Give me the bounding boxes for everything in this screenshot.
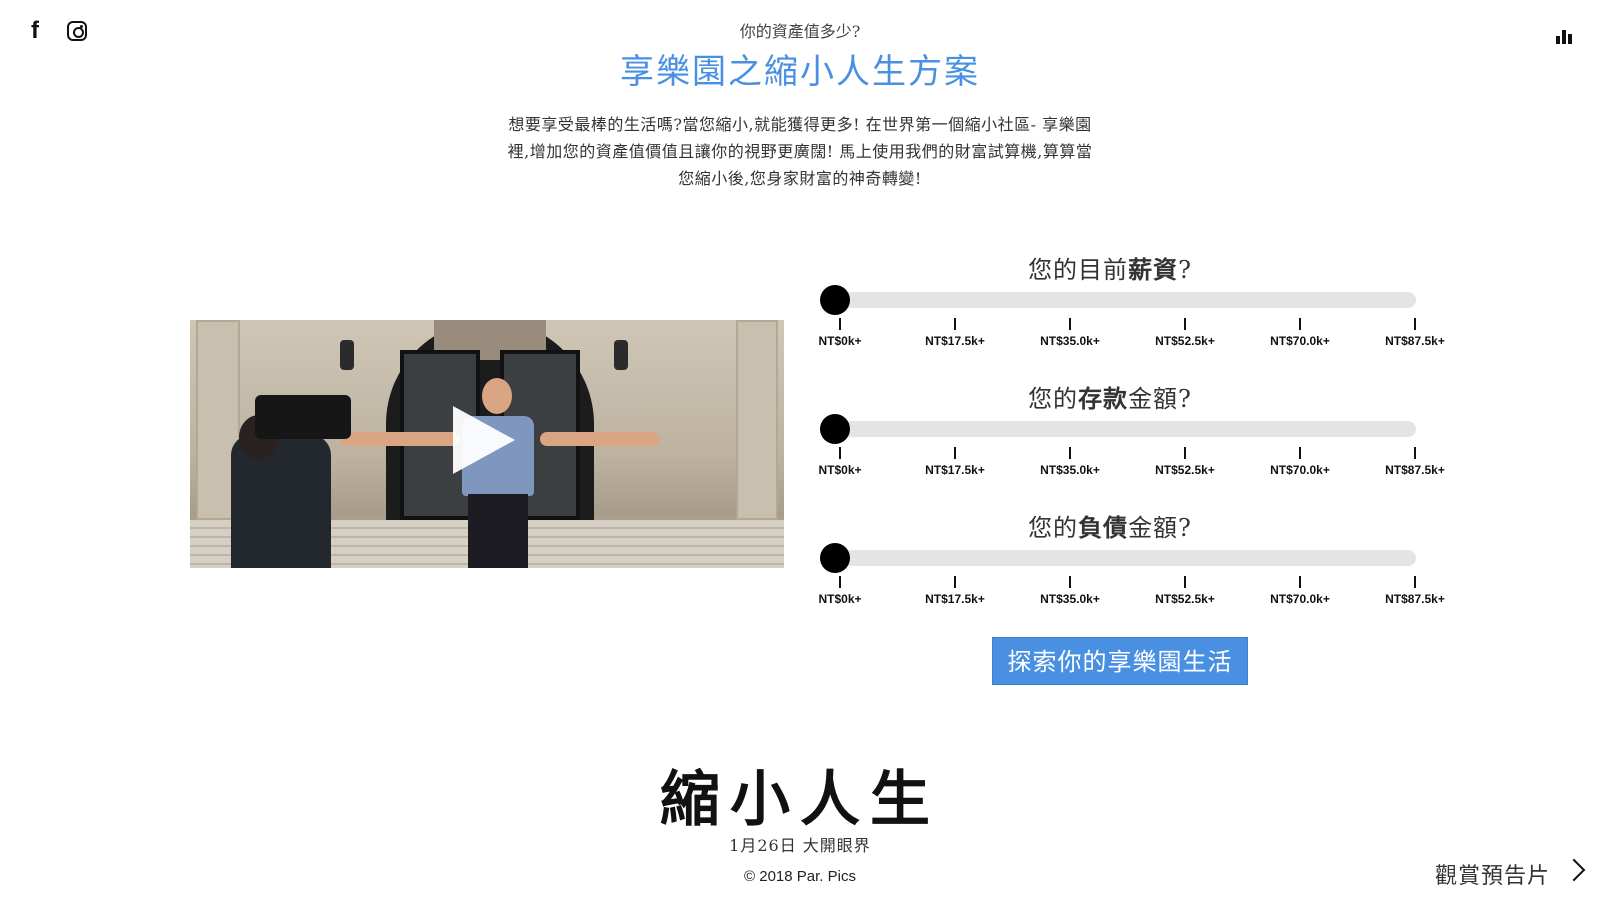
slider-tick-label: NT$52.5k+ — [1155, 334, 1215, 348]
slider-question: 您的存款金額? — [820, 379, 1400, 414]
slider-question: 您的目前薪資? — [820, 250, 1400, 285]
slider-tick — [1184, 318, 1186, 330]
slider-tick-label: NT$35.0k+ — [1040, 592, 1100, 606]
slider-tick — [1414, 318, 1416, 330]
intro-text: 想要享受最棒的生活嗎?當您縮小,就能獲得更多! 在世界第一個縮小社區- 享樂園 … — [465, 111, 1135, 192]
slider-tick-label: NT$52.5k+ — [1155, 592, 1215, 606]
slider-handle[interactable] — [820, 285, 850, 315]
slider-tick — [839, 576, 841, 588]
copyright: © 2018 Par. Pics — [744, 868, 856, 885]
slider-track[interactable] — [820, 292, 1416, 308]
question-prefix: 您的 — [1028, 514, 1079, 542]
slider-tick — [954, 447, 956, 459]
slider-tick-label: NT$0k+ — [818, 592, 862, 606]
slider-tick-label: NT$17.5k+ — [925, 592, 985, 606]
slider-tick — [1299, 576, 1301, 588]
slider-tick — [839, 447, 841, 459]
slider-tick — [954, 318, 956, 330]
slider-tick-label: NT$70.0k+ — [1270, 592, 1330, 606]
play-icon[interactable] — [453, 406, 515, 474]
slider-tick — [1299, 318, 1301, 330]
video-cameraman — [225, 375, 351, 568]
question-emphasis: 薪資 — [1128, 255, 1179, 284]
slider-tick — [1414, 576, 1416, 588]
slider-tick-label: NT$35.0k+ — [1040, 463, 1100, 477]
question-emphasis: 存款 — [1078, 384, 1129, 413]
video-arm — [340, 432, 460, 446]
slider-tick — [1069, 576, 1071, 588]
question-suffix: 金額? — [1128, 514, 1192, 542]
slider-tick — [954, 576, 956, 588]
question-suffix: ? — [1178, 256, 1192, 284]
slider-tick — [839, 318, 841, 330]
slider-tick-label: NT$17.5k+ — [925, 334, 985, 348]
slider-tick-label: NT$87.5k+ — [1385, 463, 1445, 477]
slider-tick-label: NT$87.5k+ — [1385, 334, 1445, 348]
slider-tick — [1069, 318, 1071, 330]
movie-logo: 縮小人生 — [660, 765, 940, 835]
slider-tick — [1069, 447, 1071, 459]
question-suffix: 金額? — [1128, 385, 1192, 413]
video-pillar — [736, 320, 778, 520]
slider-tick-label: NT$0k+ — [818, 334, 862, 348]
page-subtitle: 你的資產值多少? — [739, 22, 861, 41]
release-date: 1月26日 大開眼界 — [729, 836, 871, 855]
explore-button[interactable]: 探索你的享樂園生活 — [992, 637, 1248, 685]
slider-tick — [1299, 447, 1301, 459]
trailer-video[interactable] — [190, 320, 784, 568]
slider-tick-label: NT$52.5k+ — [1155, 463, 1215, 477]
slider-track[interactable] — [820, 550, 1416, 566]
slider-tick-label: NT$0k+ — [818, 463, 862, 477]
slider-tick-label: NT$17.5k+ — [925, 463, 985, 477]
slider-tick-label: NT$70.0k+ — [1270, 463, 1330, 477]
slider-tick — [1414, 447, 1416, 459]
slider-question: 您的負債金額? — [820, 508, 1400, 543]
question-prefix: 您的目前 — [1028, 256, 1129, 284]
page-title: 享樂園之縮小人生方案 — [620, 52, 980, 92]
slider-tick-label: NT$87.5k+ — [1385, 592, 1445, 606]
wall-lamp — [614, 340, 628, 370]
slider-tick — [1184, 447, 1186, 459]
watch-trailer-link[interactable]: 觀賞預告片 — [1435, 858, 1550, 890]
video-arm — [540, 432, 660, 446]
slider-handle[interactable] — [820, 543, 850, 573]
question-prefix: 您的 — [1028, 385, 1079, 413]
intro-line: 想要享受最棒的生活嗎?當您縮小,就能獲得更多! 在世界第一個縮小社區- 享樂園 — [508, 115, 1092, 134]
slider-tick-label: NT$35.0k+ — [1040, 334, 1100, 348]
wall-lamp — [340, 340, 354, 370]
intro-line: 您縮小後,您身家財富的神奇轉變! — [678, 169, 922, 188]
slider-handle[interactable] — [820, 414, 850, 444]
question-emphasis: 負債 — [1078, 513, 1129, 542]
slider-tick — [1184, 576, 1186, 588]
slider-track[interactable] — [820, 421, 1416, 437]
slider-tick-label: NT$70.0k+ — [1270, 334, 1330, 348]
intro-line: 裡,增加您的資產值價值且讓你的視野更廣闊! 馬上使用我們的財富試算機,算算當 — [507, 142, 1093, 161]
